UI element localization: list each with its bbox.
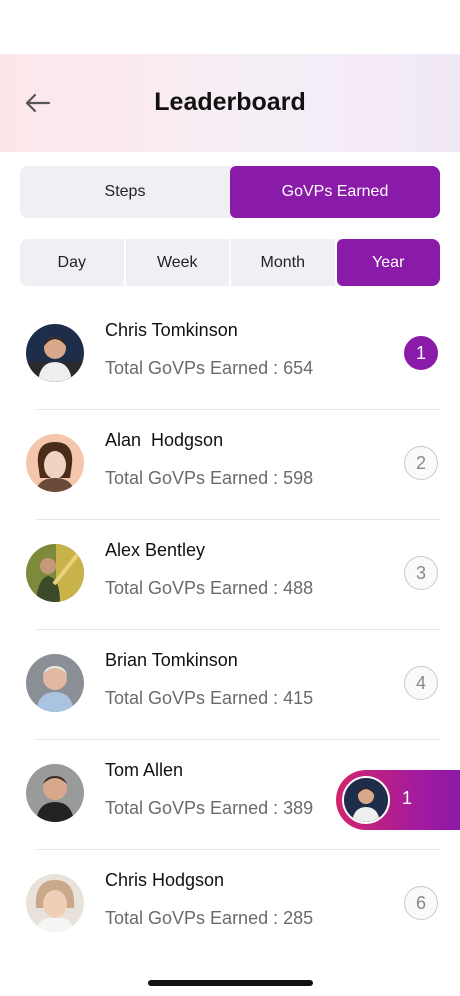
tab-day[interactable]: Day (20, 239, 126, 286)
leader-name: Tom Allen (105, 760, 184, 780)
metric-tabs: Steps GoVPs Earned (20, 166, 440, 218)
tab-month[interactable]: Month (231, 239, 337, 286)
tab-year[interactable]: Year (336, 239, 440, 286)
tab-steps[interactable]: Steps (20, 166, 230, 218)
my-rank-value: 1 (402, 788, 413, 808)
rank-badge: 3 (404, 556, 438, 590)
avatar (26, 324, 84, 382)
leader-points: Total GoVPs Earned : 654 (105, 358, 314, 378)
rank-badge: 6 (404, 886, 438, 920)
avatar (26, 434, 84, 492)
list-item[interactable]: Brian Tomkinson Total GoVPs Earned : 415… (0, 630, 460, 740)
tab-govps-earned[interactable]: GoVPs Earned (230, 166, 440, 218)
list-item[interactable]: Alex Bentley Total GoVPs Earned : 488 3 (0, 520, 460, 630)
leader-name: Alan Hodgson (105, 430, 224, 450)
list-item[interactable]: Chris Tomkinson Total GoVPs Earned : 654… (0, 300, 460, 410)
leader-points: Total GoVPs Earned : 598 (105, 468, 314, 488)
leader-name: Chris Hodgson (105, 870, 225, 890)
period-tabs: Day Week Month Year (20, 239, 440, 286)
header: Leaderboard (0, 54, 460, 152)
avatar (26, 544, 84, 602)
rank-badge: 1 (404, 336, 438, 370)
leader-name: Brian Tomkinson (105, 650, 238, 670)
avatar (26, 654, 84, 712)
leader-points: Total GoVPs Earned : 488 (105, 578, 314, 598)
my-avatar (342, 776, 390, 824)
home-indicator[interactable] (148, 980, 313, 986)
list-item[interactable]: Alan Hodgson Total GoVPs Earned : 598 2 (0, 410, 460, 520)
leader-points: Total GoVPs Earned : 415 (105, 688, 314, 708)
leader-points: Total GoVPs Earned : 285 (105, 908, 314, 928)
my-rank-button[interactable]: 1 (336, 770, 460, 830)
leader-name: Alex Bentley (105, 540, 206, 560)
rank-badge: 4 (404, 666, 438, 700)
list-item[interactable]: Chris Hodgson Total GoVPs Earned : 285 6 (0, 850, 460, 960)
tab-week[interactable]: Week (126, 239, 231, 286)
leader-points: Total GoVPs Earned : 389 (105, 798, 314, 818)
avatar (26, 764, 84, 822)
avatar (26, 874, 84, 932)
page-title: Leaderboard (154, 88, 306, 116)
rank-badge: 2 (404, 446, 438, 480)
leader-name: Chris Tomkinson (105, 320, 238, 340)
